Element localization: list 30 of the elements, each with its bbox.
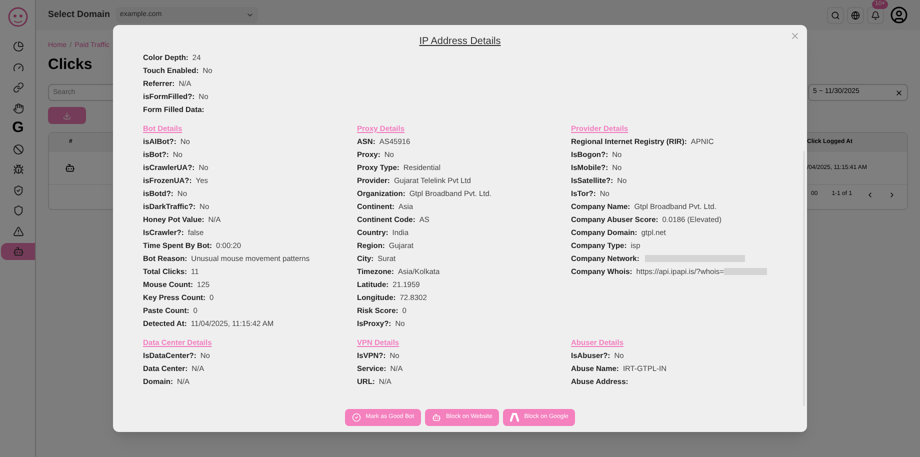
- user-avatar-icon[interactable]: [890, 6, 908, 24]
- robot-icon: [65, 163, 75, 173]
- check-circle-icon: [352, 413, 361, 422]
- pie-chart-icon: [12, 41, 24, 52]
- download-icon: [63, 112, 71, 120]
- caret-icon: [246, 11, 254, 19]
- ban-icon: [12, 144, 24, 154]
- hand-icon: [12, 102, 24, 114]
- domain-label: Select Domain: [48, 8, 110, 22]
- sidebar-item[interactable]: G: [1, 120, 35, 137]
- shield-check-icon: [12, 184, 24, 196]
- sidebar-item[interactable]: [1, 243, 35, 260]
- dialog-title: IP Address Details: [419, 34, 501, 48]
- gauge-icon: [12, 62, 24, 72]
- close-button[interactable]: [790, 31, 800, 41]
- shield-icon: [12, 205, 24, 216]
- globe-icon: [851, 10, 860, 20]
- ads-logo-icon: [510, 413, 520, 422]
- clear-icon: [895, 88, 903, 96]
- search-icon: [831, 10, 840, 20]
- language-button[interactable]: [847, 6, 864, 24]
- robot-icon: [12, 246, 24, 257]
- link-icon: [12, 82, 24, 93]
- bell-icon: [871, 10, 880, 20]
- bug-icon: [12, 164, 24, 175]
- close-icon: [790, 31, 800, 41]
- robot-icon: [432, 413, 442, 422]
- page-title: Clicks: [48, 54, 92, 74]
- search-button[interactable]: [827, 6, 844, 24]
- warning-icon: [12, 226, 24, 236]
